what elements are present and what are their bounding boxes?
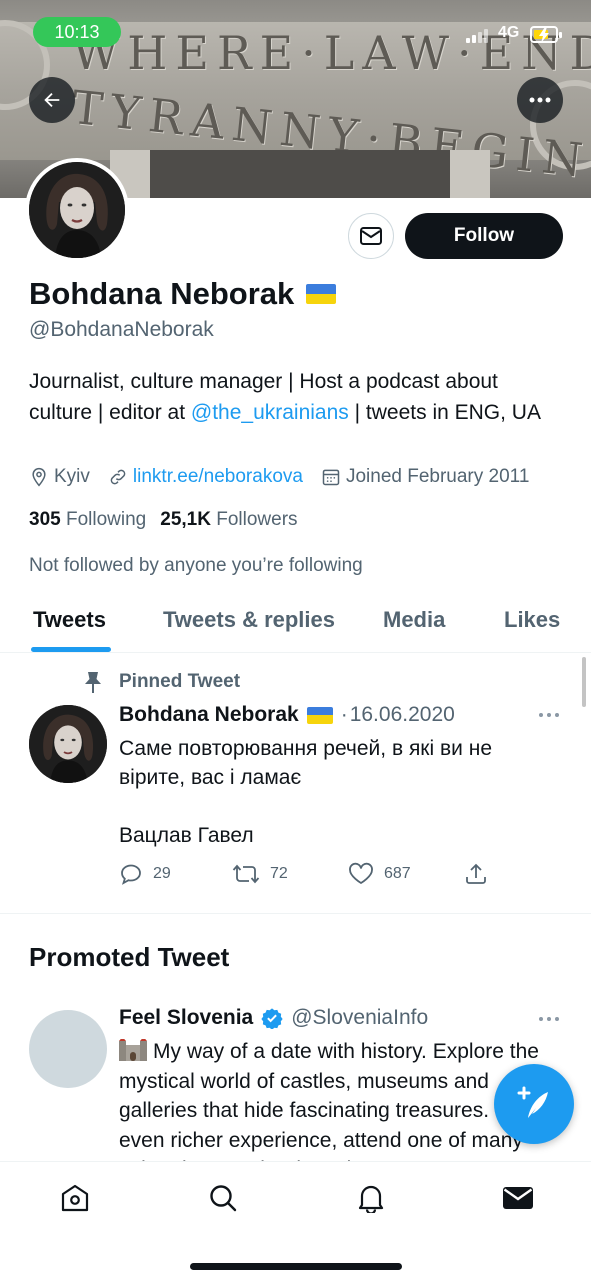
share-icon — [466, 863, 486, 884]
compose-feather-icon — [517, 1086, 548, 1118]
signal-icon — [466, 27, 488, 43]
more-horizontal-icon — [529, 97, 551, 103]
pinned-label-row: Pinned Tweet — [82, 670, 240, 694]
verified-badge-icon — [261, 1008, 283, 1029]
tweet-actions: 29 72 687 — [119, 862, 499, 888]
castle-emoji-icon — [119, 1039, 147, 1061]
status-time: 10:13 — [33, 17, 121, 47]
active-tab-indicator — [31, 647, 111, 652]
banner-doorway — [150, 150, 450, 198]
home-icon — [61, 1184, 89, 1212]
tab-likes[interactable]: Likes — [504, 607, 560, 633]
like-count: 687 — [384, 865, 411, 882]
pinned-label: Pinned Tweet — [119, 671, 241, 692]
profile-bio: Journalist, culture manager | Host a pod… — [29, 366, 564, 428]
banner-pillar-right — [450, 150, 490, 198]
bio-text-end: | tweets in ENG, UA — [348, 401, 541, 424]
tweet-line-1: Саме повторювання речей, в які ви не вір… — [119, 737, 492, 789]
profile-counts: 305 Following 25,1K Followers — [29, 509, 298, 531]
website-link[interactable]: linktr.ee/neborakova — [133, 466, 303, 488]
battery-icon — [530, 26, 562, 43]
back-button[interactable] — [29, 77, 75, 123]
link-icon — [110, 469, 126, 485]
following-count: 305 — [29, 509, 61, 530]
promoted-more-icon[interactable] — [539, 1015, 563, 1023]
profile-joined: Joined February 2011 — [321, 466, 529, 488]
bottom-navigation — [0, 1161, 591, 1280]
ukraine-flag-icon — [306, 284, 337, 304]
arrow-left-icon — [44, 92, 60, 108]
promoted-author-name[interactable]: Feel Slovenia — [119, 1006, 253, 1030]
profile-name: Bohdana Neborak — [29, 276, 295, 311]
tweet-line-2: Вацлав Гавел — [119, 824, 254, 847]
nav-notifications[interactable] — [355, 1182, 387, 1214]
profile-handle: @BohdanaNeborak — [29, 318, 214, 341]
tab-media[interactable]: Media — [383, 607, 445, 633]
location-pin-icon — [32, 467, 46, 487]
nav-messages[interactable] — [502, 1182, 534, 1214]
retweet-count: 72 — [270, 865, 288, 882]
share-button[interactable] — [464, 862, 488, 886]
promoted-author-avatar[interactable] — [29, 1010, 107, 1088]
joined-text: Joined February 2011 — [345, 466, 530, 487]
tab-tweets-replies[interactable]: Tweets & replies — [163, 607, 335, 633]
retweet-button[interactable]: 72 — [232, 862, 288, 886]
profile-name-row: Bohdana Neborak — [29, 276, 337, 312]
following-label: Following — [65, 509, 147, 530]
mail-icon — [360, 227, 382, 245]
profile-tabs: Tweets Tweets & replies Media Likes — [0, 590, 591, 653]
avatar-image — [29, 705, 107, 783]
tweet-author-name[interactable]: Bohdana Neborak — [119, 703, 299, 727]
messages-icon — [503, 1187, 533, 1209]
message-button[interactable] — [348, 213, 394, 259]
promoted-section-title: Promoted Tweet — [29, 942, 230, 972]
promoted-tweet-header: Feel Slovenia @SloveniaInfo — [119, 1006, 428, 1030]
not-followed-notice: Not followed by anyone you’re following — [29, 555, 363, 576]
like-button[interactable]: 687 — [348, 862, 411, 886]
profile-meta: Kyiv linktr.ee/neborakova Joined Februar… — [29, 466, 529, 488]
promoted-text-body: My way of a date with history. Explore t… — [119, 1040, 556, 1162]
followers-link[interactable]: 25,1K Followers — [160, 509, 297, 531]
reply-count: 29 — [153, 865, 171, 882]
avatar-image — [29, 162, 125, 258]
pin-icon — [85, 672, 101, 693]
tweet-header: Bohdana Neborak · 16.06.2020 — [119, 703, 455, 727]
nav-home[interactable] — [59, 1182, 91, 1214]
tweet-author-avatar[interactable] — [29, 705, 107, 783]
follow-button[interactable]: Follow — [405, 213, 563, 259]
home-indicator — [190, 1263, 402, 1270]
retweet-icon — [232, 864, 260, 884]
tweet-divider — [0, 913, 591, 914]
bio-mention-link[interactable]: @the_ukrainians — [191, 401, 349, 424]
location-text: Kyiv — [54, 466, 90, 487]
promoted-tweet-text: My way of a date with history. Explore t… — [119, 1037, 559, 1162]
network-label: 4G — [498, 24, 520, 41]
tweet-date-separator: · — [340, 703, 348, 726]
heart-icon — [349, 862, 373, 885]
following-link[interactable]: 305 Following — [29, 509, 146, 531]
profile-website[interactable]: linktr.ee/neborakova — [108, 466, 303, 488]
calendar-icon — [322, 469, 340, 486]
nav-search[interactable] — [207, 1182, 239, 1214]
compose-tweet-button[interactable] — [494, 1064, 574, 1144]
followers-label: Followers — [216, 509, 298, 530]
tweet-more-icon[interactable] — [539, 711, 563, 719]
reply-icon — [121, 864, 141, 885]
status-bar: 10:13 4G — [0, 0, 591, 60]
tweet-text: Саме повторювання речей, в які ви не вір… — [119, 734, 559, 850]
search-icon — [210, 1185, 237, 1212]
scrollbar[interactable] — [582, 657, 586, 707]
notifications-icon — [358, 1185, 384, 1213]
tweet-date[interactable]: 16.06.2020 — [350, 703, 455, 727]
promoted-author-handle[interactable]: @SloveniaInfo — [291, 1006, 428, 1030]
ukraine-flag-icon — [306, 706, 333, 724]
profile-location: Kyiv — [29, 466, 90, 488]
reply-button[interactable]: 29 — [119, 862, 171, 886]
followers-count: 25,1K — [160, 509, 211, 530]
profile-avatar[interactable] — [25, 158, 129, 262]
more-options-button[interactable] — [517, 77, 563, 123]
tab-tweets[interactable]: Tweets — [33, 607, 106, 633]
